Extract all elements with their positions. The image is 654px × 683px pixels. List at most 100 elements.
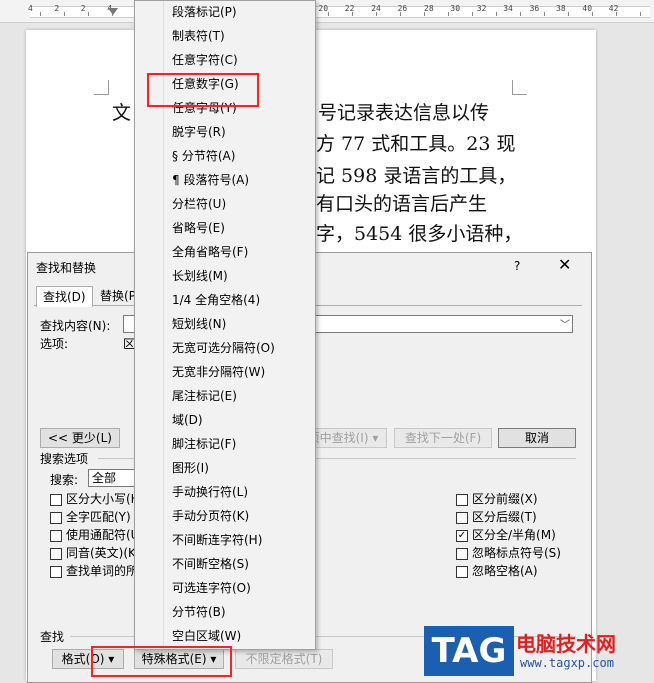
- ruler-number: 38: [556, 4, 566, 13]
- dialog-title: 查找和替换: [36, 261, 97, 275]
- option-checkbox-row[interactable]: 同音(英文)(K): [50, 544, 141, 562]
- menu-item[interactable]: 图形(I): [172, 456, 209, 480]
- menu-item[interactable]: 不间断连字符(H): [172, 528, 262, 552]
- menu-item[interactable]: 分节符(B): [172, 600, 226, 624]
- menu-item[interactable]: 尾注标记(E): [172, 384, 237, 408]
- doc-line-4: 有口头的语言后产生: [316, 193, 488, 215]
- ruler-tick: [88, 12, 89, 16]
- doc-line-2: 方 77 式和工具。23 现: [316, 133, 516, 155]
- option-checkbox-row[interactable]: 使用通配符(U): [50, 526, 144, 544]
- menu-item[interactable]: 手动分页符(K): [172, 504, 249, 528]
- menu-item[interactable]: 脱字号(R): [172, 120, 226, 144]
- find-what-label: 查找内容(N):: [40, 319, 111, 333]
- option-checkbox-row[interactable]: ✓ 区分全/半角(M): [456, 526, 556, 544]
- ruler-tick: [472, 12, 473, 16]
- ruler-number: 24: [371, 4, 381, 13]
- doc-line-5: 字，5454 很多小语种，: [316, 223, 523, 245]
- option-label: 全字匹配(Y): [66, 510, 131, 524]
- ruler-number: 34: [503, 4, 513, 13]
- menu-item[interactable]: 手动换行符(L): [172, 480, 248, 504]
- watermark-site-name: 电脑技术网: [516, 632, 616, 656]
- menu-item[interactable]: 全角省略号(F): [172, 240, 248, 264]
- ruler-number: 28: [424, 4, 434, 13]
- ruler-tick: [520, 12, 521, 16]
- option-label: 同音(英文)(K): [66, 546, 141, 560]
- cancel-button[interactable]: 取消: [498, 428, 576, 448]
- menu-item[interactable]: 空白区域(W): [172, 624, 241, 648]
- menu-item[interactable]: 无宽非分隔符(W): [172, 360, 265, 384]
- checkbox[interactable]: [50, 511, 62, 524]
- ruler-tick: [568, 12, 569, 16]
- checkbox[interactable]: [50, 493, 62, 506]
- ruler-number: 4: [28, 4, 33, 13]
- menu-item[interactable]: 短划线(N): [172, 312, 226, 336]
- menu-item[interactable]: 不间断空格(S): [172, 552, 249, 576]
- option-checkbox-row[interactable]: 忽略空格(A): [456, 562, 538, 580]
- horizontal-ruler: 4224681012141618202224262830323436384042: [0, 0, 654, 23]
- margin-corner-top-right: [512, 80, 527, 95]
- checkbox[interactable]: [50, 565, 62, 578]
- ruler-tick: [328, 12, 329, 16]
- option-label: 忽略空格(A): [472, 564, 538, 578]
- find-next-button[interactable]: 查找下一处(F): [394, 428, 492, 448]
- watermark-url: www.tagxp.com: [520, 656, 614, 670]
- menu-item[interactable]: 省略号(E): [172, 216, 225, 240]
- checkbox[interactable]: [456, 493, 468, 506]
- ruler-tick: [640, 12, 641, 16]
- checkbox[interactable]: [456, 565, 468, 578]
- checkbox[interactable]: [456, 511, 468, 524]
- checkbox[interactable]: [456, 547, 468, 560]
- menu-item[interactable]: 域(D): [172, 408, 203, 432]
- ruler-tick: [496, 12, 497, 16]
- menu-item[interactable]: 制表符(T): [172, 24, 225, 48]
- chevron-down-icon[interactable]: ﹀: [560, 316, 570, 331]
- option-checkbox-row[interactable]: 忽略标点符号(S): [456, 544, 561, 562]
- ruler-number: 32: [476, 4, 487, 13]
- ruler-number: 42: [608, 4, 619, 13]
- ruler-tick: [64, 12, 65, 16]
- first-line-indent-marker[interactable]: [108, 8, 118, 15]
- search-options-label: 搜索选项: [40, 452, 89, 466]
- ruler-number: 22: [344, 4, 355, 13]
- close-icon[interactable]: ✕: [558, 255, 571, 274]
- option-label: 区分前缀(X): [472, 492, 538, 506]
- menu-item[interactable]: 可选连字符(O): [172, 576, 251, 600]
- options-label: 选项:: [40, 337, 69, 351]
- option-label: 忽略标点符号(S): [472, 546, 561, 560]
- menu-item[interactable]: 脚注标记(F): [172, 432, 236, 456]
- menu-item[interactable]: ¶ 段落符号(A): [172, 168, 249, 192]
- ruler-number: 36: [529, 4, 540, 13]
- menu-item[interactable]: 无宽可选分隔符(O): [172, 336, 275, 360]
- menu-item[interactable]: 任意字符(C): [172, 48, 238, 72]
- ruler-number: 26: [397, 4, 408, 13]
- ruler-number: 40: [582, 4, 593, 13]
- menu-item[interactable]: 分栏符(U): [172, 192, 226, 216]
- ruler-tick: [40, 12, 41, 16]
- option-checkbox-row[interactable]: 区分前缀(X): [456, 490, 538, 508]
- menu-item[interactable]: 长划线(M): [172, 264, 228, 288]
- watermark-logo: TAG: [431, 631, 507, 671]
- highlight-any-digit: [147, 73, 259, 107]
- checkbox[interactable]: [50, 529, 62, 542]
- ruler-tick: [448, 12, 449, 16]
- no-formatting-button[interactable]: 不限定格式(T): [235, 649, 333, 669]
- menu-item[interactable]: § 分节符(A): [172, 144, 235, 168]
- checkbox-checked[interactable]: ✓: [456, 529, 468, 542]
- ruler-number: 2: [54, 4, 60, 13]
- checkbox[interactable]: [50, 547, 62, 560]
- option-label: 使用通配符(U): [66, 528, 145, 542]
- help-button[interactable]: ?: [514, 259, 520, 273]
- highlight-special-format-button: [91, 646, 232, 677]
- ruler-number: 30: [450, 4, 461, 13]
- doc-line-3: 记 598 录语言的工具，: [316, 165, 517, 187]
- find-section-label: 查找: [40, 630, 65, 644]
- option-checkbox-row[interactable]: 区分后缀(T): [456, 508, 537, 526]
- menu-item[interactable]: 段落标记(P): [172, 0, 237, 24]
- option-checkbox-row[interactable]: 区分大小写(H): [50, 490, 144, 508]
- menu-item[interactable]: 1/4 全角空格(4): [172, 288, 260, 312]
- less-button[interactable]: << 更少(L): [40, 428, 120, 448]
- tab-find[interactable]: 查找(D): [36, 286, 93, 307]
- option-label: 区分大小写(H): [66, 492, 145, 506]
- ruler-number: 2: [80, 4, 86, 13]
- option-checkbox-row[interactable]: 全字匹配(Y): [50, 508, 131, 526]
